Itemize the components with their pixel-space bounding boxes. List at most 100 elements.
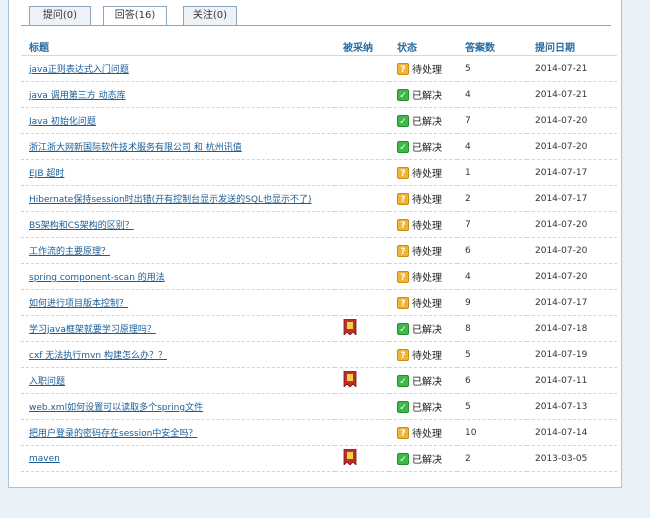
question-date-cell: 2014-07-20 bbox=[527, 211, 617, 238]
adopted-cell bbox=[335, 237, 389, 264]
status-label: 待处理 bbox=[412, 247, 442, 258]
status-label: 已解决 bbox=[412, 117, 442, 128]
question-title-link[interactable]: java 调用第三方 动态库 bbox=[29, 91, 126, 101]
table-row: 把用户登录的密码存在session中安全吗？? 待处理 10 2014-07-14 bbox=[21, 419, 617, 446]
adopted-ribbon-icon bbox=[343, 371, 357, 387]
question-date-cell: 2014-07-11 bbox=[527, 367, 617, 394]
question-title-cell: BS架构和CS架构的区别？ bbox=[21, 211, 335, 238]
table-row: 浙江浙大网新国际软件技术服务有限公司 和 杭州讯值 ✓ 已解决 4 2014-07-20 bbox=[21, 133, 617, 160]
answers-table: 标题 被采纳 状态 答案数 提问日期 java正则表达式入门问题? 待处理 5 201… bbox=[21, 37, 617, 472]
tab-follows[interactable]: 关注(0) bbox=[183, 6, 237, 25]
answer-count-cell: 5 bbox=[457, 55, 527, 82]
status-badge: ✓ 已解决 bbox=[397, 113, 442, 128]
status-label: 已解决 bbox=[412, 143, 442, 154]
question-date-cell: 2014-07-20 bbox=[527, 263, 617, 290]
table-row: Java 初始化问题 ✓ 已解决 7 2014-07-20 bbox=[21, 107, 617, 134]
status-label: 已解决 bbox=[412, 455, 442, 466]
status-cell: ? 待处理 bbox=[389, 263, 457, 290]
status-badge: ? 待处理 bbox=[397, 425, 442, 440]
status-cell: ✓ 已解决 bbox=[389, 445, 457, 472]
status-label: 待处理 bbox=[412, 351, 442, 362]
table-row: 如何进行项目版本控制？ ? 待处理 9 2014-07-17 bbox=[21, 289, 617, 316]
check-status-icon: ✓ bbox=[397, 140, 409, 153]
adopted-cell bbox=[335, 289, 389, 316]
question-title-link[interactable]: 浙江浙大网新国际软件技术服务有限公司 和 杭州讯值 bbox=[29, 143, 242, 153]
tab-questions[interactable]: 提问(0) bbox=[29, 6, 91, 25]
status-cell: ? 待处理 bbox=[389, 419, 457, 446]
answer-count-cell: 9 bbox=[457, 289, 527, 316]
tab-answers[interactable]: 回答(16) bbox=[103, 6, 167, 26]
answer-count-cell: 4 bbox=[457, 263, 527, 290]
adopted-cell bbox=[335, 211, 389, 238]
question-date-cell: 2014-07-17 bbox=[527, 289, 617, 316]
answer-count-cell: 10 bbox=[457, 419, 527, 446]
status-badge: ✓ 已解决 bbox=[397, 139, 442, 154]
status-cell: ✓ 已解决 bbox=[389, 107, 457, 134]
adopted-cell bbox=[335, 185, 389, 212]
question-title-link[interactable]: maven bbox=[29, 454, 60, 464]
table-row: java正则表达式入门问题? 待处理 5 2014-07-21 bbox=[21, 55, 617, 82]
answers-panel: 提问(0) 回答(16) 关注(0) 标题 被采纳 状态 答案数 提问日期 ja… bbox=[8, 0, 622, 488]
table-row: BS架构和CS架构的区别？? 待处理 7 2014-07-20 bbox=[21, 211, 617, 238]
status-badge: ? 待处理 bbox=[397, 191, 442, 206]
question-title-cell: 浙江浙大网新国际软件技术服务有限公司 和 杭州讯值 bbox=[21, 133, 335, 160]
status-label: 待处理 bbox=[412, 273, 442, 284]
question-title-link[interactable]: Java 初始化问题 bbox=[29, 117, 96, 127]
pending-status-icon: ? bbox=[397, 62, 409, 75]
adopted-cell bbox=[335, 159, 389, 186]
status-badge: ? 待处理 bbox=[397, 61, 442, 76]
status-cell: ✓ 已解决 bbox=[389, 393, 457, 420]
status-label: 已解决 bbox=[412, 91, 442, 102]
question-title-link[interactable]: 如何进行项目版本控制？ bbox=[29, 299, 128, 309]
status-label: 待处理 bbox=[412, 429, 442, 440]
question-title-link[interactable]: spring component-scan 的用法 bbox=[29, 273, 165, 283]
check-status-icon: ✓ bbox=[397, 88, 409, 101]
question-title-cell: spring component-scan 的用法 bbox=[21, 263, 335, 290]
answer-count-cell: 5 bbox=[457, 341, 527, 368]
answer-count-cell: 4 bbox=[457, 133, 527, 160]
pending-status-icon: ? bbox=[397, 166, 409, 179]
question-title-cell: 入职问题 bbox=[21, 367, 335, 394]
status-cell: ✓ 已解决 bbox=[389, 81, 457, 108]
question-title-link[interactable]: EJB 超时 bbox=[29, 169, 64, 179]
question-title-link[interactable]: java正则表达式入门问题 bbox=[29, 65, 129, 75]
status-cell: ✓ 已解决 bbox=[389, 133, 457, 160]
question-title-link[interactable]: Hibernate保持session时出错(开有控制台显示发送的SQL也显示不了… bbox=[29, 195, 312, 205]
pending-status-icon: ? bbox=[397, 270, 409, 283]
check-status-icon: ✓ bbox=[397, 322, 409, 335]
question-title-link[interactable]: web.xml如何设置可以读取多个spring文件 bbox=[29, 403, 203, 413]
column-header-adopted: 被采纳 bbox=[335, 37, 389, 56]
question-date-cell: 2014-07-20 bbox=[527, 133, 617, 160]
answer-count-cell: 5 bbox=[457, 393, 527, 420]
question-title-link[interactable]: BS架构和CS架构的区别？ bbox=[29, 221, 134, 231]
status-badge: ✓ 已解决 bbox=[397, 399, 442, 414]
question-title-link[interactable]: 入职问题 bbox=[29, 377, 65, 387]
adopted-cell bbox=[335, 133, 389, 160]
adopted-cell bbox=[335, 81, 389, 108]
adopted-cell bbox=[335, 419, 389, 446]
status-label: 已解决 bbox=[412, 403, 442, 414]
adopted-ribbon-icon bbox=[343, 449, 357, 465]
question-title-link[interactable]: 工作流的主要原理？ bbox=[29, 247, 110, 257]
question-title-link[interactable]: 把用户登录的密码存在session中安全吗？ bbox=[29, 429, 197, 439]
question-title-link[interactable]: 学习java框架就要学习原理吗？ bbox=[29, 325, 156, 335]
status-cell: ? 待处理 bbox=[389, 211, 457, 238]
question-title-link[interactable]: cxf 无法执行mvn 构建怎么办？？ bbox=[29, 351, 167, 361]
status-badge: ? 待处理 bbox=[397, 217, 442, 232]
question-date-cell: 2014-07-20 bbox=[527, 237, 617, 264]
status-cell: ? 待处理 bbox=[389, 341, 457, 368]
adopted-cell bbox=[335, 55, 389, 82]
table-header-row: 标题 被采纳 状态 答案数 提问日期 bbox=[21, 37, 617, 56]
question-date-cell: 2013-03-05 bbox=[527, 445, 617, 472]
check-status-icon: ✓ bbox=[397, 400, 409, 413]
status-badge: ? 待处理 bbox=[397, 165, 442, 180]
table-row: cxf 无法执行mvn 构建怎么办？？? 待处理 5 2014-07-19 bbox=[21, 341, 617, 368]
question-title-cell: 把用户登录的密码存在session中安全吗？ bbox=[21, 419, 335, 446]
status-badge: ? 待处理 bbox=[397, 347, 442, 362]
check-status-icon: ✓ bbox=[397, 114, 409, 127]
table-row: spring component-scan 的用法? 待处理 4 2014-07-20 bbox=[21, 263, 617, 290]
adopted-cell bbox=[335, 393, 389, 420]
status-cell: ? 待处理 bbox=[389, 185, 457, 212]
status-badge: ? 待处理 bbox=[397, 295, 442, 310]
question-title-cell: java 调用第三方 动态库 bbox=[21, 81, 335, 108]
